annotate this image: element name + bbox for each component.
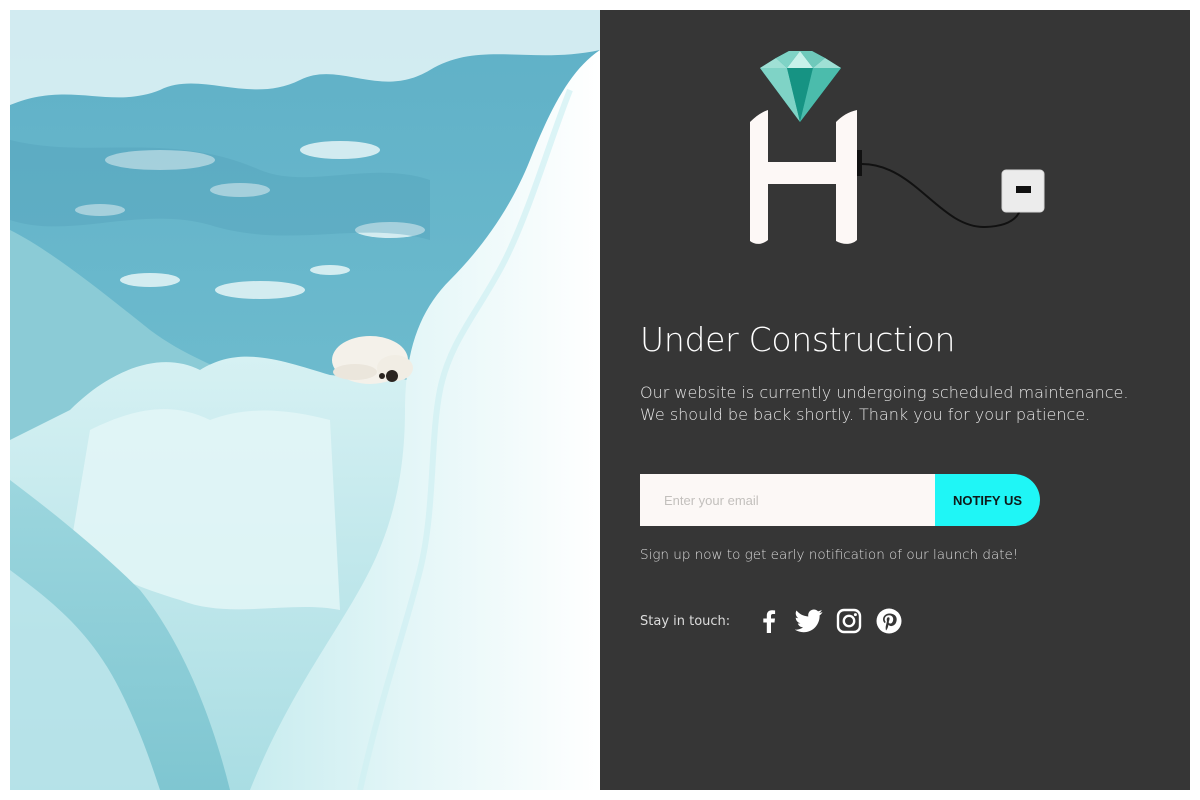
twitter-icon[interactable] bbox=[794, 606, 824, 636]
pinterest-icon[interactable] bbox=[874, 606, 904, 636]
social-label: Stay in touch: bbox=[640, 613, 731, 629]
glacier-polar-bear-image bbox=[10, 10, 600, 790]
page-frame: Under Construction Our website is curren… bbox=[10, 10, 1190, 790]
h-letter-logo bbox=[750, 110, 857, 244]
description-line-1: Our website is currently undergoing sche… bbox=[640, 383, 1129, 402]
instagram-icon[interactable] bbox=[834, 606, 864, 636]
plug-cable-icon bbox=[857, 150, 1025, 229]
content-panel: Under Construction Our website is curren… bbox=[600, 10, 1190, 790]
page-description: Our website is currently undergoing sche… bbox=[640, 382, 1140, 426]
hero-photo bbox=[10, 10, 600, 790]
logo bbox=[740, 40, 1060, 250]
notify-form: NOTIFY US bbox=[640, 474, 1040, 526]
description-line-2: We should be back shortly. Thank you for… bbox=[640, 405, 1091, 424]
power-socket-icon bbox=[1001, 169, 1045, 213]
diamond-icon bbox=[760, 51, 841, 122]
social-links: Stay in touch: bbox=[640, 604, 904, 638]
facebook-icon[interactable] bbox=[754, 606, 784, 636]
signup-note: Sign up now to get early notification of… bbox=[640, 547, 1019, 563]
email-input[interactable] bbox=[640, 474, 935, 526]
page-title: Under Construction bbox=[640, 320, 956, 359]
notify-button[interactable]: NOTIFY US bbox=[935, 474, 1040, 526]
